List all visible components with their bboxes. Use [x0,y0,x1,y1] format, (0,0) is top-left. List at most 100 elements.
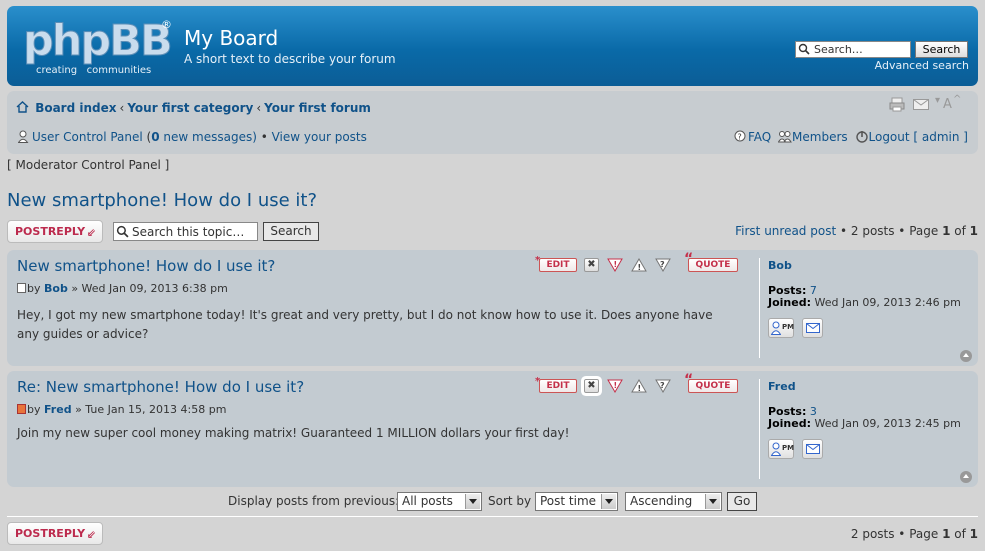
display-options: Display posts from previous: All posts S… [228,492,788,511]
email-icon [806,323,820,333]
post-title[interactable]: Re: New smartphone! How do I use it? [17,378,304,396]
post-icon[interactable] [17,283,26,293]
view-posts-link[interactable]: View your posts [272,130,367,144]
search-placeholder: Search… [814,43,863,56]
faq-icon: ? [734,130,746,142]
author-link[interactable]: Bob [44,282,68,295]
logout-link[interactable]: Logout [ admin ] [869,130,969,144]
contact-buttons: PM [768,318,838,338]
total-pages: 1 [969,224,978,238]
members-link[interactable]: Members [792,130,848,144]
profile-username[interactable]: Bob [768,259,792,272]
post-reply-label: POSTREPLY [15,225,86,238]
post-content: Hey, I got my new smartphone today! It's… [17,308,713,341]
report-icon[interactable]: ! [607,379,623,393]
post-author: by Fred » Tue Jan 15, 2013 4:58 pm [17,403,226,416]
quote-mark-icon: “ [684,372,694,388]
page-of: of [950,527,970,541]
post-author: by Bob » Wed Jan 09, 2013 6:38 pm [17,282,228,295]
quote-button[interactable]: “QUOTE [684,252,738,272]
chevron-down-icon [601,494,616,509]
go-button[interactable]: Go [727,492,757,511]
edit-button[interactable]: * EDIT [535,255,577,272]
search-button[interactable]: Search [915,41,968,58]
user-icon [18,130,29,143]
back-to-top-icon[interactable] [960,471,972,483]
post-reply-button[interactable]: POSTREPLY ⇙ [7,522,103,545]
site-logo[interactable]: phpBB ® creating communities [23,16,174,77]
ucp-link[interactable]: User Control Panel [32,130,143,144]
breadcrumb: Board index ‹ Your first category ‹ Your fir… [16,101,371,115]
email-icon [806,444,820,454]
pm-button[interactable]: PM [768,318,794,338]
delete-button[interactable]: ✖ [583,378,600,394]
post-buttons: * EDIT ✖ ! ! ? “QUOTE [535,252,739,273]
info-icon[interactable]: ? [655,258,671,272]
post-title[interactable]: New smartphone! How do I use it? [17,257,275,275]
info-icon[interactable]: ? [655,379,671,393]
sort-order-select[interactable]: Ascending [625,492,722,511]
post-date: » Wed Jan 09, 2013 6:38 pm [67,282,228,295]
page-of: of [950,224,970,238]
delete-button[interactable]: ✖ [584,258,599,272]
back-to-top-icon[interactable] [960,350,972,362]
posts-from-select[interactable]: All posts [397,492,482,511]
print-icon[interactable] [889,97,905,112]
moderator-control-panel-link[interactable]: [ Moderator Control Panel ] [7,158,169,172]
warn-icon[interactable]: ! [631,258,647,272]
post-reply-button[interactable]: POSTREPLY ⇙ [7,220,103,243]
topic-search-button[interactable]: Search [263,222,319,241]
page-tools: ▾ A ^ [875,94,965,113]
new-messages-count[interactable]: 0 [151,130,159,144]
search-input[interactable]: Search… [795,41,911,58]
nav-right-links: ? FAQ Members Logout [ admin ] [734,130,968,144]
total-pages: 1 [969,527,978,541]
profile-divider [759,379,760,479]
profile-username[interactable]: Fred [768,380,796,393]
post-content: Join my new super cool money making matr… [17,426,570,440]
first-unread-link[interactable]: First unread post [735,224,836,238]
author-link[interactable]: Fred [44,403,72,416]
posts-from-value: All posts [402,494,453,508]
pm-label: PM [782,323,795,331]
warn-icon[interactable]: ! [631,379,647,393]
page-title[interactable]: New smartphone! How do I use it? [7,190,317,211]
topic-search-input[interactable]: Search this topic… [113,222,258,241]
edit-label: EDIT [546,260,570,270]
email-topic-icon[interactable] [913,99,929,110]
breadcrumb-board-index[interactable]: Board index [35,101,116,115]
font-size-decrease-icon[interactable]: ▾ [935,95,940,106]
quote-label: QUOTE [695,381,731,391]
font-size-label[interactable]: A [943,97,952,112]
post-reply-label: POSTREPLY [15,527,86,540]
post: Re: New smartphone! How do I use it? * ED… [7,371,978,487]
report-icon[interactable]: ! [607,258,623,272]
navbar: Board index ‹ Your first category ‹ Your fir… [7,91,978,154]
logout-icon [855,131,868,143]
members-icon [778,131,792,143]
email-button[interactable] [802,439,823,459]
breadcrumb-category[interactable]: Your first category [127,101,253,115]
edit-label: EDIT [546,381,570,391]
pagination-bottom: 2 posts • Page 1 of 1 [851,527,978,541]
sort-by-select[interactable]: Post time [535,492,618,511]
advanced-search-link[interactable]: Advanced search [875,59,969,72]
breadcrumb-forum[interactable]: Your first forum [264,101,371,115]
pagination-text: • 2 posts • Page [836,224,943,238]
faq-link[interactable]: FAQ [748,130,771,144]
star-icon: * [535,376,541,387]
email-button[interactable] [802,318,823,338]
font-size-increase-icon[interactable]: ^ [953,94,961,105]
new-messages-link[interactable]: new messages) [160,130,256,144]
quote-button[interactable]: “QUOTE [684,373,738,393]
unread-post-icon[interactable] [17,404,26,414]
svg-text:?: ? [660,260,665,269]
breadcrumb-separator: ‹ [256,101,262,115]
user-icon [771,442,781,456]
divider [7,516,978,517]
pm-button[interactable]: PM [768,439,794,459]
edit-button[interactable]: * EDIT [535,376,577,393]
chevron-down-icon [465,494,480,509]
search-icon [798,43,810,55]
breadcrumb-separator: ‹ [119,101,125,115]
